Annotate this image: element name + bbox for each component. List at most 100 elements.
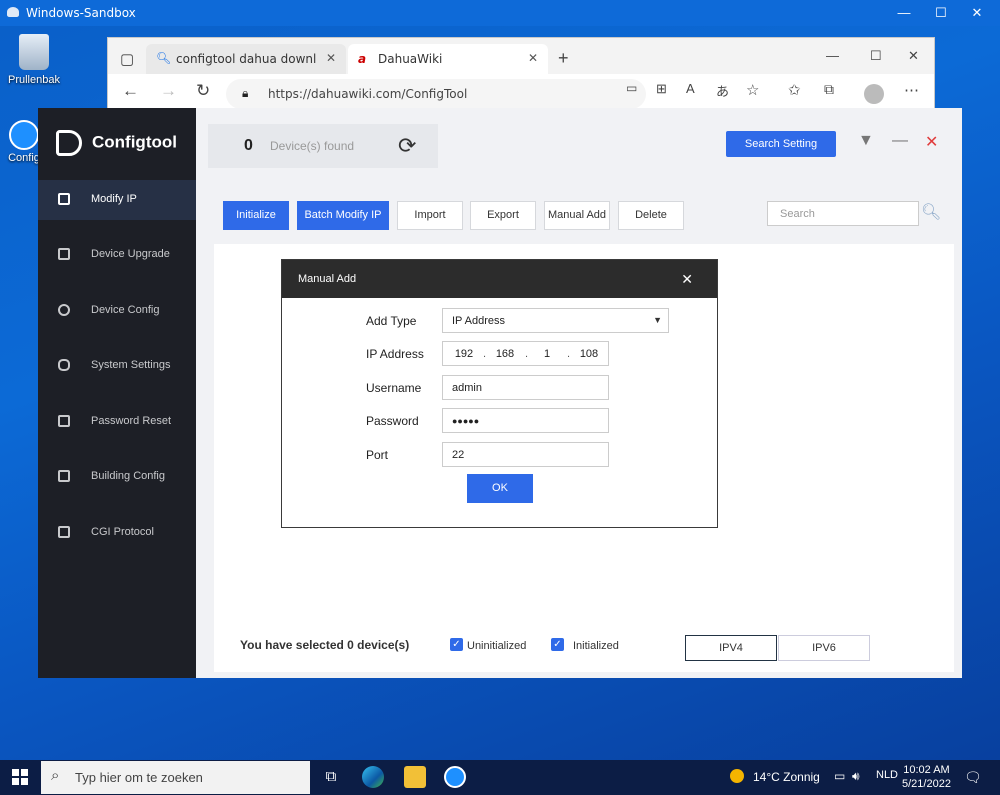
- lock-icon: 🔒︎: [242, 86, 249, 100]
- export-button[interactable]: Export: [470, 201, 536, 230]
- ip-octet-4[interactable]: 108: [576, 348, 602, 360]
- modify-ip-icon: [58, 193, 70, 205]
- import-button[interactable]: Import: [397, 201, 463, 230]
- configtool-logo-icon: [56, 130, 82, 156]
- search-icon[interactable]: 🔍︎: [921, 202, 941, 222]
- profile-avatar[interactable]: [864, 84, 884, 104]
- minimize-icon[interactable]: —: [888, 0, 920, 26]
- sidebar-item-building-config[interactable]: Building Config: [38, 457, 196, 497]
- sidebar-item-password-reset[interactable]: Password Reset: [38, 402, 196, 442]
- dropdown-arrow-icon: ▼: [653, 315, 662, 325]
- manual-add-button[interactable]: Manual Add: [544, 201, 610, 230]
- minimize-icon[interactable]: —: [892, 132, 908, 150]
- ok-button[interactable]: OK: [467, 474, 533, 503]
- app-logo: Configtool: [56, 130, 177, 156]
- dahua-logo-icon: a: [358, 52, 367, 66]
- maximize-icon[interactable]: ☐: [925, 0, 957, 26]
- sidebar-item-system-settings[interactable]: System Settings: [38, 346, 196, 386]
- configtool-shortcut[interactable]: Config: [6, 120, 42, 164]
- tab-dahuawiki[interactable]: a DahuaWiki ✕: [348, 44, 548, 74]
- network-icon[interactable]: ▭: [834, 769, 845, 783]
- new-tab-icon[interactable]: +: [558, 48, 569, 69]
- close-icon[interactable]: ✕: [908, 48, 919, 64]
- weather-text[interactable]: 14°C Zonnig: [753, 770, 820, 784]
- close-tab-icon[interactable]: ✕: [326, 51, 336, 65]
- ip-octet-1[interactable]: 192: [451, 348, 477, 360]
- close-tab-icon[interactable]: ✕: [528, 51, 538, 65]
- add-type-select[interactable]: IP Address ▼: [442, 308, 669, 333]
- username-field[interactable]: admin: [442, 375, 609, 400]
- ip-octet-2[interactable]: 168: [492, 348, 518, 360]
- more-menu-icon[interactable]: ⋯: [904, 81, 919, 99]
- taskbar-search-input[interactable]: ⌕ Typ hier om te zoeken: [41, 761, 310, 794]
- initialize-button[interactable]: Initialize: [223, 201, 289, 230]
- clock[interactable]: 10:02 AM 5/21/2022: [902, 763, 951, 791]
- dialog-header: Manual Add ✕: [282, 260, 717, 298]
- ip-address-label: IP Address: [366, 347, 424, 361]
- device-found-summary: 0 Device(s) found ⟳: [208, 124, 438, 168]
- close-icon[interactable]: ✕: [961, 0, 993, 26]
- file-explorer-icon[interactable]: [404, 766, 426, 788]
- immersive-reader-icon[interactable]: A: [686, 81, 695, 96]
- sidebar-item-device-config[interactable]: Device Config: [38, 291, 196, 331]
- address-bar[interactable]: 🔒︎ https://dahuawiki.com/ConfigTool: [226, 79, 646, 109]
- initialized-checkbox[interactable]: ✓: [551, 638, 564, 651]
- ipv6-toggle[interactable]: IPV6: [778, 635, 870, 661]
- sandbox-title-bar: Windows-Sandbox — ☐ ✕: [0, 0, 1000, 26]
- ip-dot: .: [525, 348, 529, 360]
- search-setting-button[interactable]: Search Setting: [726, 131, 836, 157]
- minimize-icon[interactable]: —: [826, 48, 839, 63]
- batch-modify-ip-button[interactable]: Batch Modify IP: [297, 201, 389, 230]
- password-field[interactable]: ●●●●●: [442, 408, 609, 433]
- manual-add-dialog: Manual Add ✕ Add Type IP Address ▼ IP Ad…: [281, 259, 718, 528]
- ipv4-toggle[interactable]: IPV4: [685, 635, 777, 661]
- configtool-shortcut-icon: [9, 120, 39, 150]
- port-field[interactable]: 22: [442, 442, 609, 467]
- search-input[interactable]: Search: [767, 201, 919, 226]
- delete-button[interactable]: Delete: [618, 201, 684, 230]
- uninitialized-label: Uninitialized: [467, 640, 527, 652]
- selected-count-text: You have selected 0 device(s): [240, 638, 410, 652]
- recycle-bin-icon: [19, 34, 49, 70]
- sandbox-icon: [7, 7, 19, 17]
- tab-actions-icon[interactable]: ▢: [120, 50, 134, 68]
- notifications-icon[interactable]: 🗨︎: [964, 769, 982, 786]
- edge-icon[interactable]: [362, 766, 384, 788]
- initialized-label: Initialized: [573, 640, 619, 652]
- back-icon[interactable]: ←: [122, 81, 139, 101]
- volume-icon[interactable]: 🔊︎: [852, 769, 860, 784]
- maximize-icon[interactable]: ☐: [870, 48, 882, 64]
- close-icon[interactable]: ✕: [925, 132, 938, 152]
- ip-dot: .: [567, 348, 571, 360]
- close-icon[interactable]: ✕: [681, 271, 693, 288]
- language-indicator[interactable]: NLD: [876, 769, 898, 781]
- sidebar-item-device-upgrade[interactable]: Device Upgrade: [38, 235, 196, 275]
- translate-icon[interactable]: あ: [716, 81, 729, 100]
- sidebar-item-cgi-protocol[interactable]: CGI Protocol: [38, 513, 196, 553]
- reload-icon[interactable]: ↻: [196, 81, 210, 101]
- building-icon: [58, 470, 70, 482]
- dropdown-arrow-icon[interactable]: ▼: [858, 132, 874, 150]
- upgrade-icon: [58, 248, 70, 260]
- recycle-bin-shortcut[interactable]: Prullenbak: [6, 34, 62, 86]
- lock-icon: [58, 415, 70, 427]
- password-label: Password: [366, 414, 419, 428]
- collections-icon[interactable]: ⧉: [824, 81, 834, 98]
- task-view-icon[interactable]: ⧉: [320, 766, 342, 788]
- apps-icon[interactable]: ⊞: [656, 81, 667, 97]
- ip-address-field[interactable]: 192 . 168 . 1 . 108: [442, 341, 609, 366]
- tab-search[interactable]: 🔍︎ configtool dahua download - Zo ✕: [146, 44, 346, 74]
- configtool-taskbar-icon[interactable]: [444, 766, 466, 788]
- uninitialized-checkbox[interactable]: ✓: [450, 638, 463, 651]
- username-label: Username: [366, 381, 422, 395]
- refresh-icon[interactable]: ⟳: [398, 133, 416, 159]
- weather-sun-icon: [730, 769, 744, 783]
- favorites-icon[interactable]: ✩: [788, 81, 801, 99]
- forward-icon[interactable]: →: [160, 81, 177, 101]
- sidebar-item-modify-ip[interactable]: Modify IP: [38, 180, 196, 220]
- favorite-add-icon[interactable]: ☆: [746, 81, 759, 99]
- ip-octet-3[interactable]: 1: [534, 348, 560, 360]
- read-aloud-icon[interactable]: ▭: [626, 81, 637, 95]
- windows-start-icon[interactable]: [12, 769, 28, 785]
- ip-dot: .: [483, 348, 487, 360]
